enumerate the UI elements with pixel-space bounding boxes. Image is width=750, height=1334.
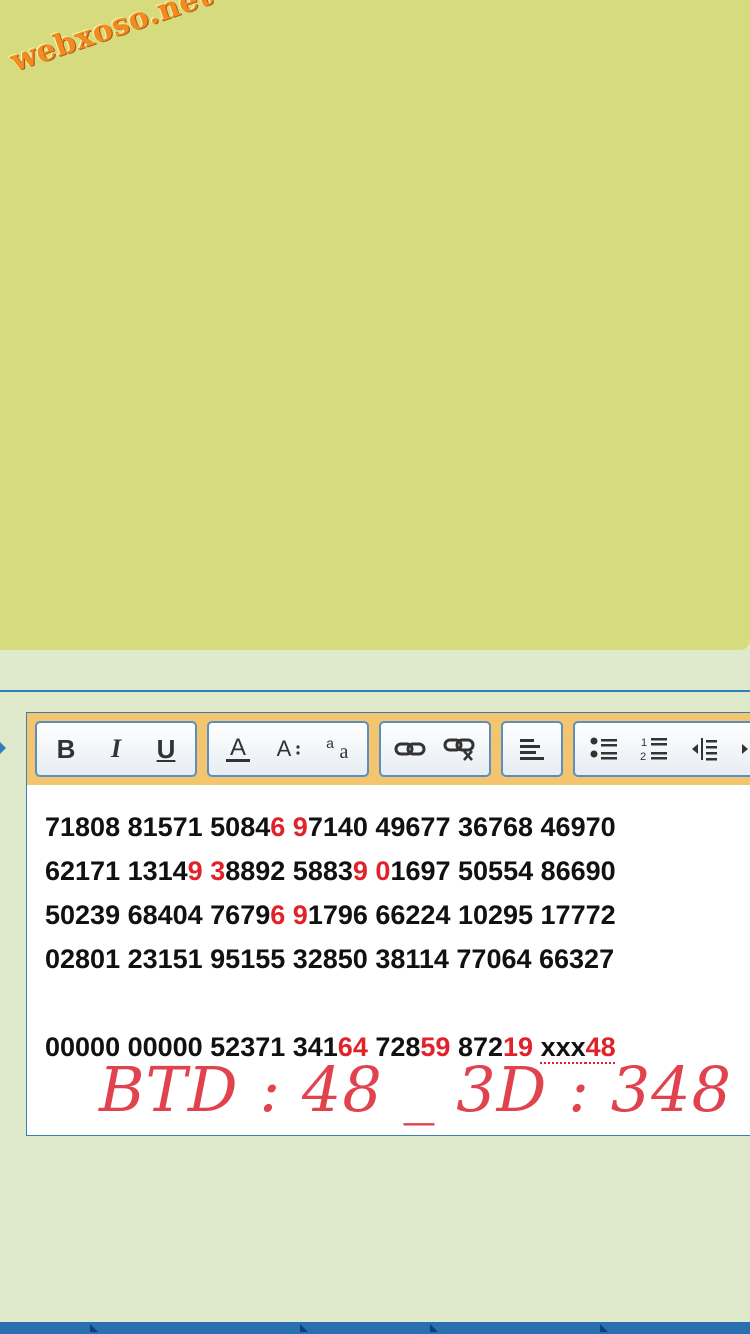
font-size-icon: A	[277, 736, 300, 761]
number-text	[285, 812, 293, 842]
font-size-button[interactable]: A	[265, 727, 311, 771]
underline-icon: U	[156, 733, 176, 764]
align-left-button[interactable]	[509, 727, 555, 771]
rich-text-editor[interactable]: B I U A A a a 1 2 71808 81571 50846 9714…	[26, 712, 750, 1136]
editor-content[interactable]: 71808 81571 50846 97140 49677 36768 4697…	[45, 805, 750, 1069]
font-family-button[interactable]: a a	[315, 727, 361, 771]
indent-button[interactable]	[731, 727, 750, 771]
highlighted-digits: 3	[210, 856, 226, 886]
number-text	[285, 900, 293, 930]
numbered-list-button[interactable]: 1 2	[631, 727, 677, 771]
svg-text:a: a	[326, 735, 334, 751]
number-text: 02801 23151 95155 32850 38114 77064 6632…	[45, 944, 615, 974]
editor-toolbar: B I U A A a a 1 2	[27, 713, 750, 785]
outdent-icon	[692, 738, 717, 761]
number-text: 8892 5883	[225, 856, 353, 886]
bottom-marker-icon	[430, 1324, 438, 1332]
number-text: 7140 49677 36768 46970	[307, 812, 616, 842]
highlighted-digits: 9	[352, 856, 368, 886]
svg-text:a: a	[340, 741, 349, 763]
bottom-marker-icon	[300, 1324, 308, 1332]
highlighted-digits: 6	[270, 900, 286, 930]
divider-line	[0, 690, 750, 692]
align-left-icon	[520, 739, 544, 760]
number-text: 62171 1314	[45, 856, 188, 886]
svg-text:A: A	[230, 734, 246, 761]
number-text: 1796 66224 10295 17772	[307, 900, 616, 930]
link-group	[379, 721, 491, 777]
font-group: A A a a	[207, 721, 369, 777]
bullet-list-icon	[590, 737, 617, 760]
indent-icon	[742, 744, 748, 754]
insert-link-button[interactable]	[387, 727, 433, 771]
content-line: 71808 81571 50846 97140 49677 36768 4697…	[45, 805, 750, 849]
list-group: 1 2	[573, 721, 750, 777]
bold-button[interactable]: B	[43, 727, 89, 771]
svg-text:2: 2	[640, 751, 646, 763]
svg-text:1: 1	[641, 737, 647, 749]
bullet-list-button[interactable]	[581, 727, 627, 771]
bottom-marker-icon	[90, 1324, 98, 1332]
italic-button[interactable]: I	[93, 727, 139, 771]
content-line: 02801 23151 95155 32850 38114 77064 6632…	[45, 937, 750, 981]
content-line: 62171 13149 38892 58839 01697 50554 8669…	[45, 849, 750, 893]
number-text: 1697 50554 86690	[390, 856, 616, 886]
font-color-button[interactable]: A	[215, 727, 261, 771]
highlighted-digits: 9	[187, 856, 203, 886]
numbered-list-icon: 1 2	[640, 737, 667, 763]
unlink-icon	[443, 738, 475, 761]
text-style-group: B I U	[35, 721, 197, 777]
number-text: 50239 68404 7679	[45, 900, 271, 930]
handwritten-note: BTD : 48 _ 3D : 348	[99, 1053, 733, 1126]
number-text: 71808 81571 5084	[45, 812, 271, 842]
highlighted-digits: 0	[375, 856, 391, 886]
svg-text:A: A	[277, 736, 292, 761]
highlighted-digits: 9	[292, 812, 308, 842]
link-icon	[394, 742, 426, 756]
font-color-icon: A	[226, 734, 250, 762]
bottom-marker-icon	[600, 1324, 608, 1332]
content-line	[45, 981, 750, 1025]
remove-link-button[interactable]	[437, 727, 483, 771]
highlighted-digits: 9	[292, 900, 308, 930]
paint-overlay	[0, 0, 750, 650]
underline-button[interactable]: U	[143, 727, 189, 771]
bold-icon: B	[56, 733, 76, 764]
left-edge-arrow-icon	[0, 742, 6, 754]
bottom-bar	[0, 1322, 750, 1334]
highlighted-digits: 6	[270, 812, 286, 842]
italic-icon: I	[110, 734, 122, 763]
outdent-button[interactable]	[681, 727, 727, 771]
align-group	[501, 721, 563, 777]
font-family-icon: a a	[326, 735, 349, 763]
content-line: 50239 68404 76796 91796 66224 10295 1777…	[45, 893, 750, 937]
